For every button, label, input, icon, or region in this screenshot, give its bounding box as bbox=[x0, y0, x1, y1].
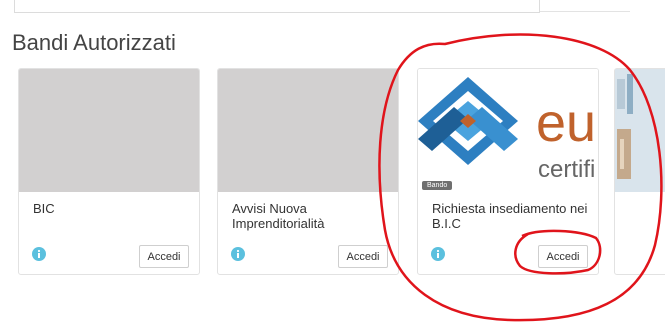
card-partial bbox=[614, 68, 665, 275]
card-image-placeholder bbox=[218, 69, 398, 192]
card-image-placeholder bbox=[19, 69, 199, 192]
card-title: Richiesta insediamento nei B.I.C bbox=[432, 201, 588, 231]
accedi-button[interactable]: Accedi bbox=[338, 245, 388, 268]
card-bic: BIC Accedi bbox=[18, 68, 200, 275]
section-title: Bandi Autorizzati bbox=[12, 30, 176, 55]
accedi-button[interactable]: Accedi bbox=[139, 245, 189, 268]
card-logo-image: eu certifi Bando bbox=[418, 69, 598, 192]
divider bbox=[540, 11, 630, 12]
card-title: BIC bbox=[33, 201, 55, 216]
logo-graphic: eu certifi bbox=[418, 77, 596, 183]
logo-text-top: eu bbox=[536, 93, 596, 153]
card-title: Avvisi Nuova Imprenditorialità bbox=[232, 201, 325, 231]
accedi-button[interactable]: Accedi bbox=[538, 245, 588, 268]
info-icon[interactable] bbox=[231, 247, 245, 261]
card-richiesta-bic: eu certifi Bando Richiesta insediamento … bbox=[417, 68, 599, 275]
search-bar[interactable] bbox=[14, 0, 540, 13]
card-image bbox=[615, 69, 665, 192]
logo-text-bottom: certifi bbox=[538, 156, 595, 183]
bando-badge: Bando bbox=[422, 181, 453, 190]
info-icon[interactable] bbox=[431, 247, 445, 261]
info-icon[interactable] bbox=[32, 247, 46, 261]
card-avvisi: Avvisi Nuova Imprenditorialità Accedi bbox=[217, 68, 399, 275]
